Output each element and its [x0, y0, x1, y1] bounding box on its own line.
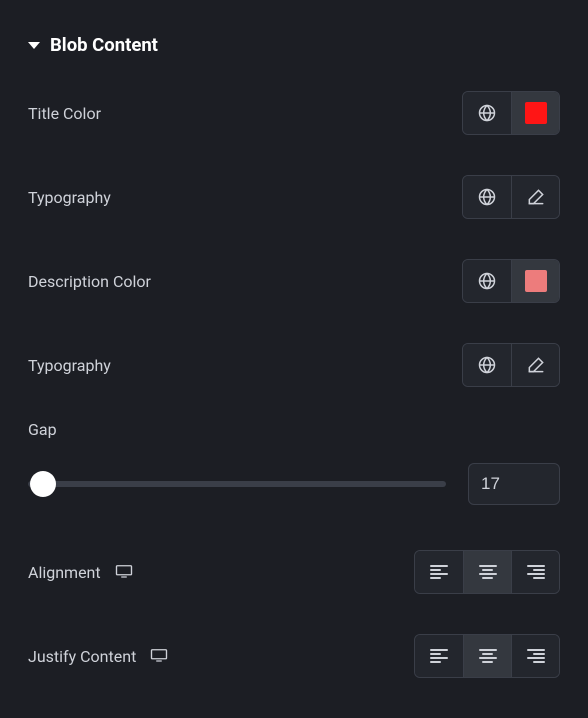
globe-icon	[477, 271, 497, 291]
typography1-controls	[462, 175, 560, 219]
align-center-button[interactable]	[463, 551, 511, 593]
row-justify-content: Justify Content	[28, 633, 560, 679]
alignment-options	[414, 550, 560, 594]
label-typography-2: Typography	[28, 356, 111, 375]
slider-track	[28, 481, 446, 487]
row-alignment: Alignment	[28, 549, 560, 595]
desktop-icon[interactable]	[115, 563, 133, 582]
row-title-color: Title Color	[28, 90, 560, 136]
globe-icon	[477, 355, 497, 375]
label-description-color: Description Color	[28, 272, 151, 291]
globe-icon	[477, 103, 497, 123]
label-gap: Gap	[28, 420, 560, 439]
pencil-icon	[526, 355, 546, 375]
justify-text: Justify Content	[28, 647, 136, 666]
description-color-controls	[462, 259, 560, 303]
align-left-icon	[430, 649, 448, 663]
align-right-icon	[527, 565, 545, 579]
edit-button[interactable]	[511, 344, 559, 386]
justify-options	[414, 634, 560, 678]
label-justify-content: Justify Content	[28, 647, 168, 666]
globe-button[interactable]	[463, 344, 511, 386]
row-typography-1: Typography	[28, 174, 560, 220]
align-left-icon	[430, 565, 448, 579]
color-swatch	[525, 270, 547, 292]
section-header[interactable]: Blob Content	[28, 34, 560, 56]
alignment-text: Alignment	[28, 563, 101, 582]
row-typography-2: Typography	[28, 342, 560, 388]
globe-button[interactable]	[463, 176, 511, 218]
desktop-icon[interactable]	[150, 647, 168, 666]
align-right-icon	[527, 649, 545, 663]
globe-icon	[477, 187, 497, 207]
align-center-icon	[479, 565, 497, 579]
section-title: Blob Content	[50, 34, 158, 56]
gap-slider-row	[28, 463, 560, 505]
align-right-button[interactable]	[511, 551, 559, 593]
gap-control: Gap	[28, 420, 560, 505]
color-swatch-button[interactable]	[511, 260, 559, 302]
justify-end-button[interactable]	[511, 635, 559, 677]
justify-center-button[interactable]	[463, 635, 511, 677]
typography2-controls	[462, 343, 560, 387]
color-swatch-button[interactable]	[511, 92, 559, 134]
color-swatch	[525, 102, 547, 124]
globe-button[interactable]	[463, 92, 511, 134]
row-description-color: Description Color	[28, 258, 560, 304]
pencil-icon	[526, 187, 546, 207]
gap-input[interactable]	[468, 463, 560, 505]
edit-button[interactable]	[511, 176, 559, 218]
gap-slider[interactable]	[28, 472, 446, 496]
align-left-button[interactable]	[415, 551, 463, 593]
justify-start-button[interactable]	[415, 635, 463, 677]
globe-button[interactable]	[463, 260, 511, 302]
title-color-controls	[462, 91, 560, 135]
chevron-down-icon	[28, 42, 40, 49]
align-center-icon	[479, 649, 497, 663]
slider-thumb[interactable]	[30, 471, 56, 497]
label-title-color: Title Color	[28, 104, 101, 123]
label-alignment: Alignment	[28, 563, 133, 582]
label-typography-1: Typography	[28, 188, 111, 207]
